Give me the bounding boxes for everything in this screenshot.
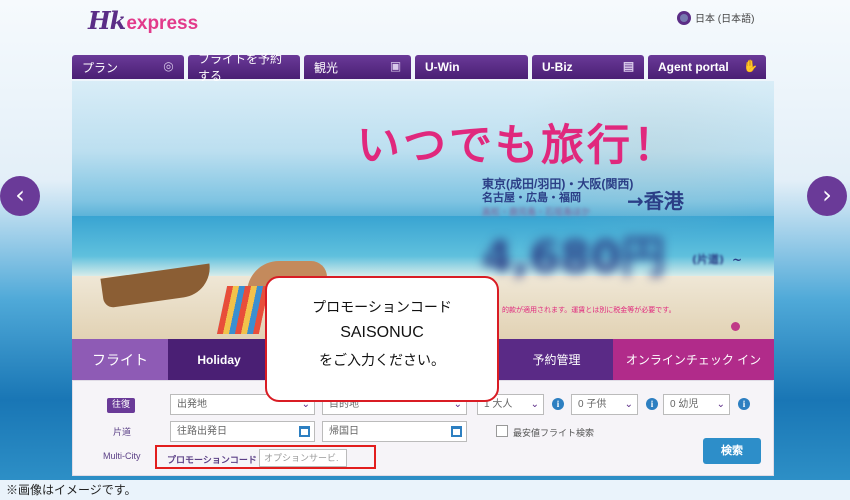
route-line-3: 高松・鹿児島・石垣島ほか [482,207,591,217]
handshake-icon: ✋ [743,59,758,73]
promo-code-highlight [155,445,376,469]
depart-date-input[interactable]: 往路出発日 [170,421,315,442]
trip-type-multi-city[interactable]: Multi-City [103,451,141,461]
route-line-1: 東京(成田/羽田)・大阪(関西) [482,177,634,191]
tab-holiday[interactable]: Holiday [168,339,270,380]
language-selector[interactable]: 日本 (日本語) [677,10,754,25]
hero-price-tilde: ~ [732,253,743,267]
children-info-icon[interactable]: i [646,398,658,410]
nav-book-flight[interactable]: フライトを予約する [188,52,300,83]
language-label: 日本 (日本語) [695,14,755,25]
callout-promo-code: SAISONUC [340,324,424,341]
trip-type-one-way[interactable]: 片道 [113,425,131,438]
logo-express-text: express [126,13,199,34]
infants-select[interactable]: 0 幼児 ⌄ [663,394,730,415]
logo-hk-text: Hk [88,6,126,35]
nav-agent-portal[interactable]: Agent portal ✋ [648,55,766,79]
origin-placeholder: 出発地 [177,399,207,410]
hero-price: 4,680円 [482,232,666,283]
depart-date-placeholder: 往路出発日 [177,426,227,437]
nav-u-win[interactable]: U-Win [415,55,528,79]
image-caption: ※画像はイメージです。 [6,483,137,497]
infants-info-icon[interactable]: i [738,398,750,410]
nav-plan-label: プラン [82,60,119,75]
hero-headline: いつでも旅行！ [357,121,679,171]
hk-express-logo[interactable]: Hk express [88,6,199,35]
slider-next-button[interactable]: › [807,176,847,216]
camera-icon: ▣ [389,59,402,73]
calendar-icon [451,426,462,437]
nav-u-win-label: U-Win [425,60,460,74]
calendar-icon [299,426,310,437]
infants-value: 0 幼児 [670,399,699,410]
compass-icon: ◎ [163,59,174,73]
briefcase-icon: ▤ [622,59,635,73]
route-line-2: 名古屋・広島・福岡 [482,192,581,204]
nav-sightseeing-label: 観光 [314,60,339,75]
nav-u-biz[interactable]: U-Biz ▤ [532,55,644,79]
chevron-down-icon: ⌄ [624,399,633,410]
promo-callout: プロモーションコード SAISONUC をご入力ください。 [265,276,499,402]
nav-u-biz-label: U-Biz [542,60,573,74]
globe-icon [677,10,691,25]
chevron-down-icon: ⌄ [716,399,725,410]
main-nav: プラン ◎ フライトを予約する 観光 ▣ U-Win U-Biz ▤ Agent… [72,52,774,83]
slider-prev-button[interactable]: ‹ [0,176,40,216]
adults-info-icon[interactable]: i [552,398,564,410]
tab-manage-booking[interactable]: 予約管理 [500,339,613,380]
tab-flight[interactable]: フライト [72,339,168,380]
nav-sightseeing[interactable]: 観光 ▣ [304,55,411,79]
trip-type-round-trip[interactable]: 往復 [107,398,135,413]
nav-plan[interactable]: プラン ◎ [72,55,184,79]
hero-price-suffix: (片道) [692,253,725,266]
tab-online-checkin[interactable]: オンラインチェック イン [613,339,774,380]
children-select[interactable]: 0 子供 ⌄ [571,394,638,415]
search-button[interactable]: 検索 [703,438,761,464]
slide-indicator-dot[interactable] [731,322,740,331]
children-value: 0 子供 [578,399,607,410]
hero-fine-print: 的款が適用されます。運賃とは別に税金等が必要です。 [502,306,676,314]
nav-book-flight-label: フライトを予約する [198,52,283,83]
callout-line-1: プロモーションコード [312,299,452,315]
lowest-fare-checkbox[interactable] [496,425,508,437]
lowest-fare-label: 最安値フライト検索 [513,428,595,438]
callout-line-3: をご入力ください。 [319,352,445,368]
hero-destination: →香港 [627,189,684,213]
hero-route: 東京(成田/羽田)・大阪(関西) 名古屋・広島・福岡 高松・鹿児島・石垣島ほか [482,177,633,219]
return-date-input[interactable]: 帰国日 [322,421,467,442]
nav-agent-portal-label: Agent portal [658,60,729,74]
chevron-down-icon: ⌄ [530,399,539,410]
